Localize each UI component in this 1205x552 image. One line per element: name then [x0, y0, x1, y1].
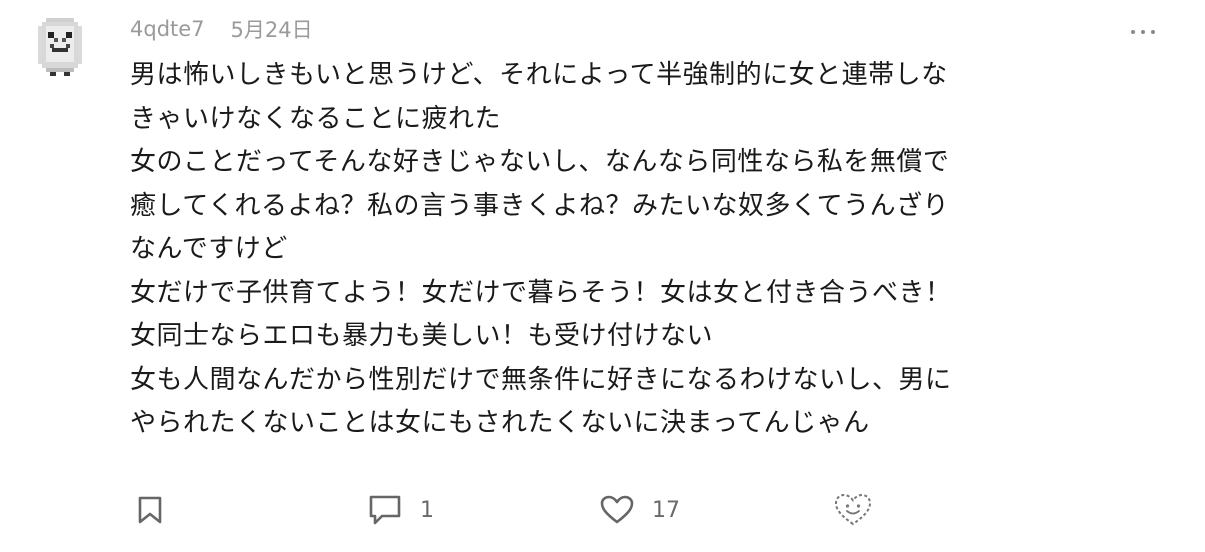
post-date: 5月24日: [230, 18, 313, 42]
username[interactable]: 4qdte7: [130, 17, 205, 41]
post-body-line: 女だけで子供育てよう！女だけで暮らそう！女は女と付き合うべき！: [130, 277, 952, 308]
post-body-line: 女のことだってそんな好きじゃないし、なんなら同性なら私を無償で: [130, 147, 950, 177]
post-card: 4qdte7 5月24日 男は怖いしきもいと思うけど、それによって半強制的に女と…: [0, 0, 1205, 552]
heart-icon: [600, 495, 634, 524]
heart-smile-icon: [835, 494, 871, 525]
avatar[interactable]: [38, 18, 82, 78]
post-body-line: きゃいけなくなることに疲れた: [130, 103, 502, 134]
post-body-line: 女も人間なんだから性別だけで無条件に好きになるわけないし、男に: [130, 364, 952, 395]
more-options-button[interactable]: [1125, 20, 1161, 44]
post-header: 4qdte7 5月24日: [130, 14, 313, 44]
comment-icon: [369, 495, 401, 525]
like-count: 17: [652, 497, 680, 523]
post-body-line: 癒してくれるよね？私の言う事きくよね？みたいな奴多くてうんざり: [130, 190, 950, 221]
pixel-avatar-icon: [38, 18, 82, 76]
post-body-line: 女同士ならエロも暴力も美しい！も受け付けない: [130, 321, 714, 351]
bookmark-icon: [138, 496, 162, 524]
post-body-line: 男は怖いしきもいと思うけど、それによって半強制的に女と連帯しな: [130, 60, 948, 90]
action-bar: 1 17: [0, 488, 1205, 532]
post-body-line: なんですけど: [130, 234, 288, 264]
reply-button[interactable]: 1: [368, 488, 434, 532]
reaction-button[interactable]: [834, 488, 872, 532]
post-body: 男は怖いしきもいと思うけど、それによって半強制的に女と連帯しな きゃいけなくなる…: [130, 54, 1090, 446]
reply-count: 1: [420, 497, 434, 523]
like-button[interactable]: 17: [600, 488, 680, 532]
bookmark-button[interactable]: [136, 488, 164, 532]
post-body-line: やられたくないことは女にもされたくないに決まってんじゃん: [130, 408, 870, 438]
